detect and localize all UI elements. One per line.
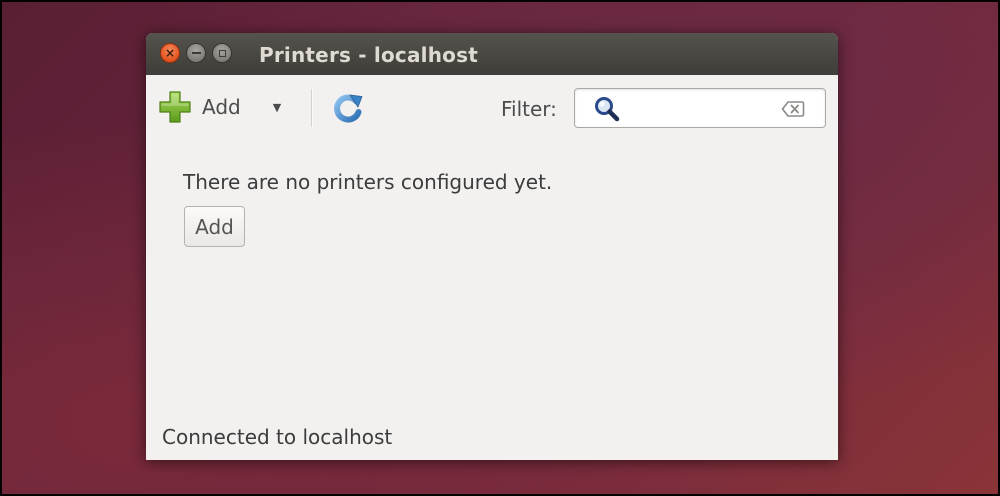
clear-text-icon[interactable] [781, 100, 805, 118]
add-printer-toolbar-button[interactable]: Add [158, 89, 241, 125]
minimize-icon [191, 52, 201, 54]
maximize-window-button[interactable] [212, 43, 232, 63]
add-toolbar-label: Add [202, 95, 241, 119]
window-title: Printers - localhost [259, 43, 478, 67]
toolbar-separator [311, 89, 313, 127]
refresh-button[interactable] [331, 92, 365, 126]
minimize-window-button[interactable] [186, 43, 206, 63]
add-dropdown-button[interactable]: ▼ [268, 100, 286, 114]
filter-input[interactable] [627, 95, 781, 123]
filter-search-box[interactable] [574, 88, 826, 128]
filter-label: Filter: [501, 97, 557, 121]
add-printer-button[interactable]: Add [184, 206, 245, 247]
printers-window: × Printers - localhost Add ▼ Filter: The… [146, 33, 838, 460]
refresh-icon [334, 94, 363, 123]
search-icon [595, 97, 620, 122]
chevron-down-icon: ▼ [272, 100, 282, 114]
no-printers-message: There are no printers configured yet. [183, 170, 553, 194]
close-window-button[interactable]: × [160, 43, 180, 63]
toolbar: Add ▼ Filter: [146, 75, 838, 141]
window-titlebar[interactable]: × Printers - localhost [146, 33, 838, 75]
connection-status: Connected to localhost [162, 425, 393, 449]
plus-icon [159, 91, 191, 123]
maximize-icon [218, 49, 226, 57]
close-icon: × [164, 46, 176, 60]
